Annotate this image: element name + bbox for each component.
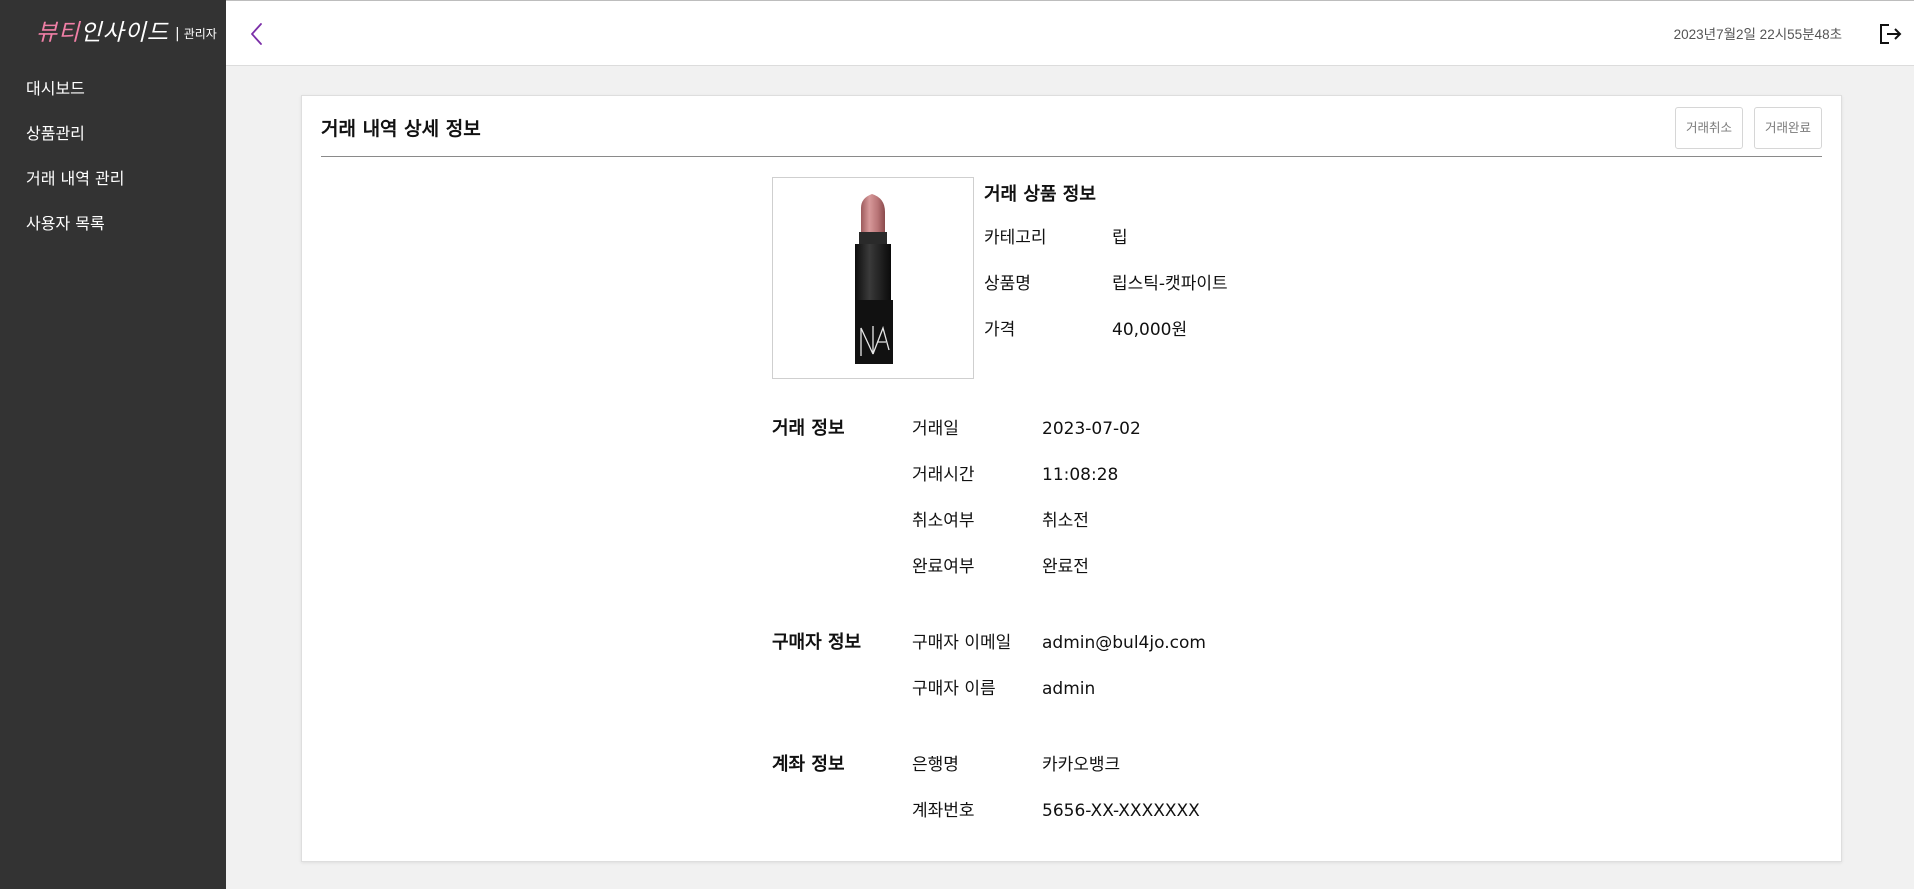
cancel-transaction-button[interactable]: 거래취소 [1674,107,1743,149]
back-button[interactable] [246,21,270,47]
product-section-title: 거래 상품 정보 [984,184,1096,205]
product-name-label: 상품명 [984,274,1031,294]
sidebar-item-transactions[interactable]: 거래 내역 관리 [0,164,226,209]
cancel-status-label: 취소여부 [912,511,975,531]
category-value: 립 [1112,228,1128,248]
logo-text-part1: 뷰티 [36,20,81,46]
lipstick-image [855,194,893,364]
card-actions: 거래취소 거래완료 [1674,107,1822,149]
account-number-label: 계좌번호 [912,801,975,821]
cancel-status-value: 취소전 [1042,511,1089,531]
complete-transaction-button[interactable]: 거래완료 [1753,107,1822,149]
buyer-email-value: admin@bul4jo.com [1042,633,1206,653]
sidebar-item-users[interactable]: 사용자 목록 [0,209,226,254]
account-number-value: 5656-XX-XXXXXXX [1042,801,1200,821]
category-label: 카테고리 [984,228,1047,248]
transaction-detail-card: 거래 내역 상세 정보 거래취소 거래완료 거래 상품 정보 카테고리 립 상품… [301,95,1842,862]
complete-status-label: 완료여부 [912,557,975,577]
sidebar: 뷰티인사이드 | 관리자 대시보드 상품관리 거래 내역 관리 사용자 목록 [0,0,226,889]
brand-logo[interactable]: 뷰티인사이드 | 관리자 [36,14,217,48]
transaction-time-value: 11:08:28 [1042,465,1119,485]
bank-name-label: 은행명 [912,755,959,775]
sidebar-item-products[interactable]: 상품관리 [0,119,226,164]
logo-admin-label: 관리자 [183,27,217,41]
product-image [772,177,974,379]
transaction-date-value: 2023-07-02 [1042,419,1141,439]
bank-name-value: 카카오뱅크 [1042,755,1121,775]
chevron-left-icon [251,23,262,45]
transaction-time-label: 거래시간 [912,465,975,485]
account-section-title: 계좌 정보 [772,754,845,775]
buyer-section-title: 구매자 정보 [772,632,862,653]
title-divider [321,156,1822,157]
logo-separator: | [174,26,180,42]
price-value: 40,000원 [1112,320,1188,340]
transaction-section-title: 거래 정보 [772,418,845,439]
product-name-value: 립스틱-캣파이트 [1112,274,1228,294]
logo-text-part2: 인사이드 [80,20,169,46]
transaction-date-label: 거래일 [912,419,959,439]
buyer-email-label: 구매자 이메일 [912,633,1012,653]
logout-button[interactable] [1877,21,1903,47]
buyer-name-label: 구매자 이름 [912,679,996,699]
top-bar: 2023년7월2일 22시55분48초 [226,0,1914,66]
logo-text: 뷰티인사이드 [36,18,169,48]
page-title: 거래 내역 상세 정보 [321,118,481,140]
logout-icon [1880,24,1902,44]
sidebar-nav: 대시보드 상품관리 거래 내역 관리 사용자 목록 [0,74,226,254]
sidebar-item-dashboard[interactable]: 대시보드 [0,74,226,119]
current-datetime: 2023년7월2일 22시55분48초 [1673,27,1842,42]
complete-status-value: 완료전 [1042,557,1089,577]
buyer-name-value: admin [1042,679,1096,699]
price-label: 가격 [984,320,1016,340]
